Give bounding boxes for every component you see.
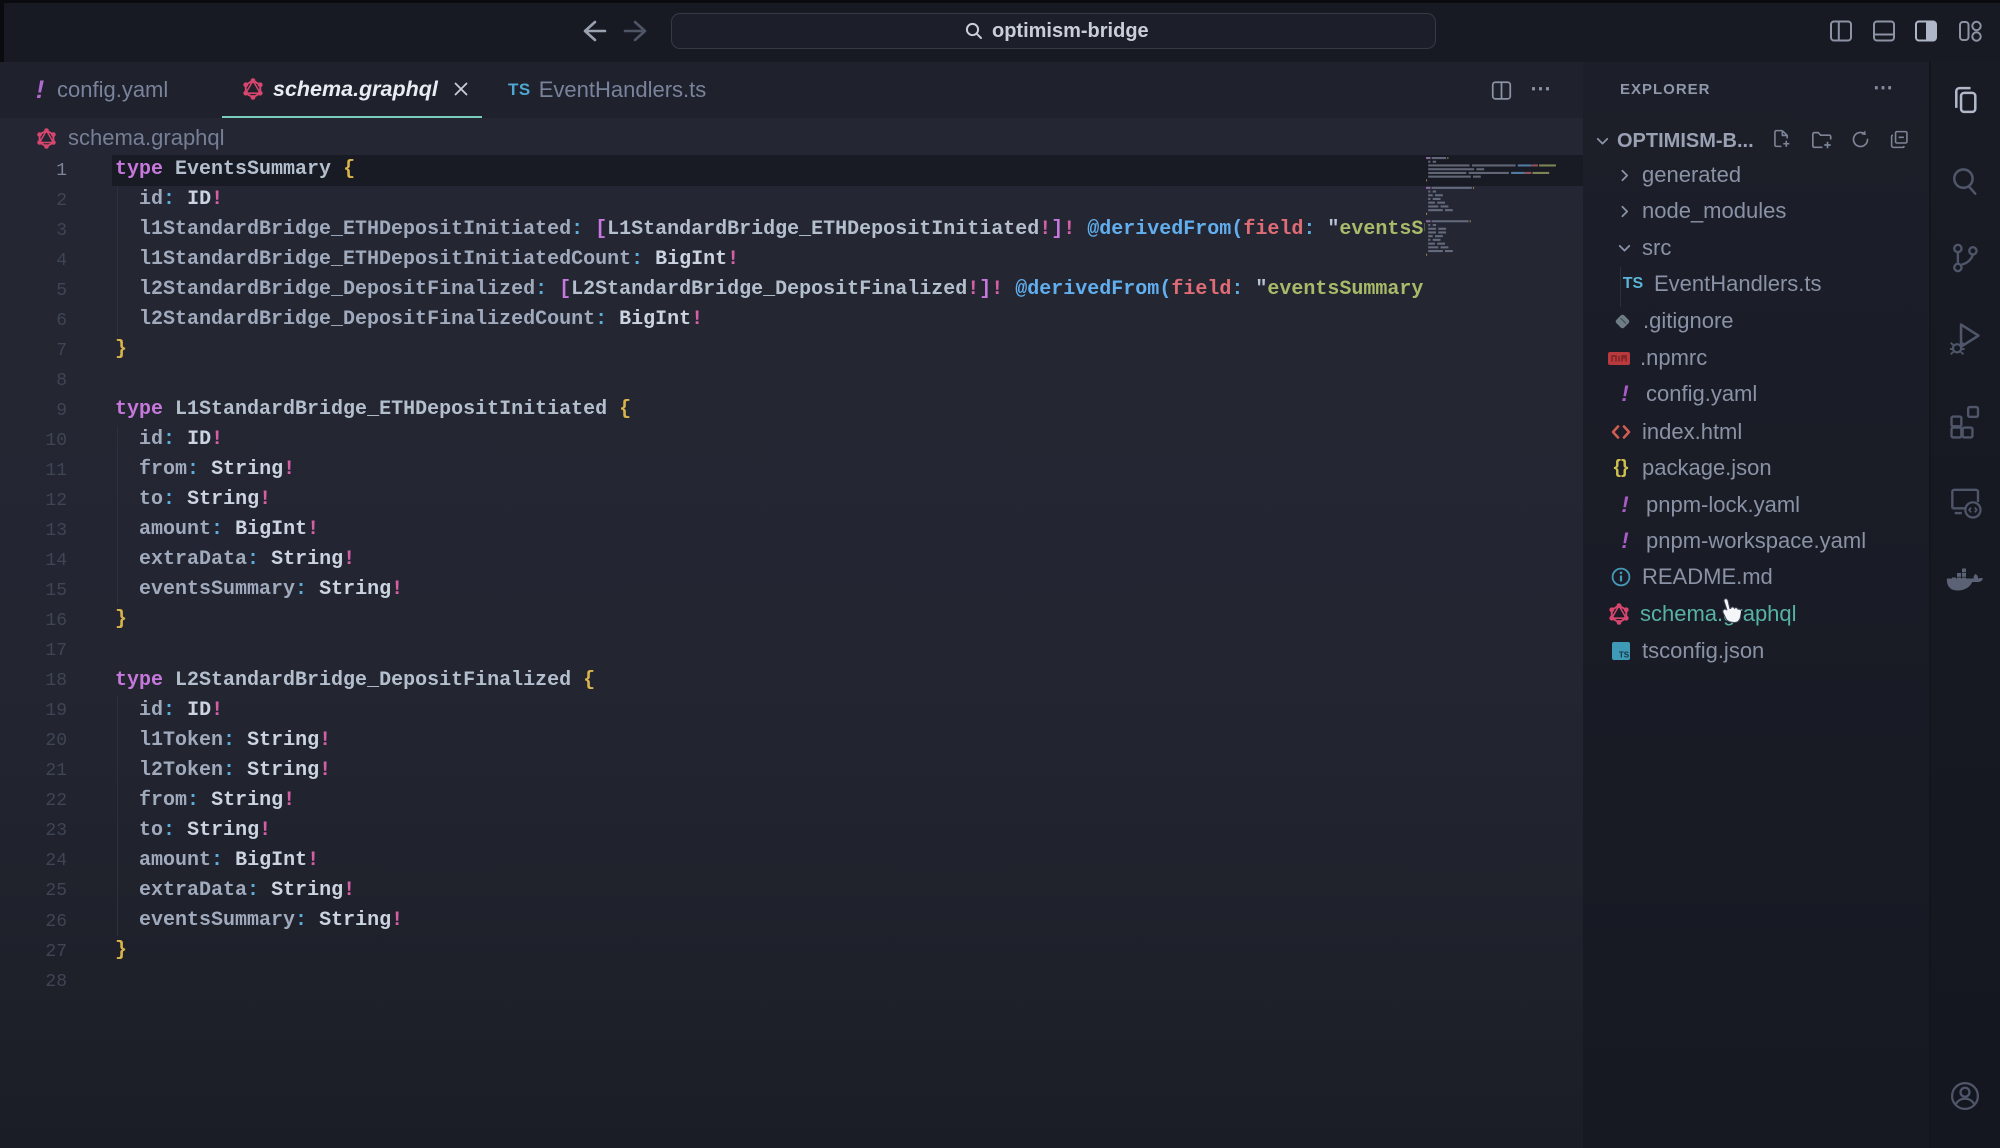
svg-text:TS: TS — [1619, 651, 1630, 660]
